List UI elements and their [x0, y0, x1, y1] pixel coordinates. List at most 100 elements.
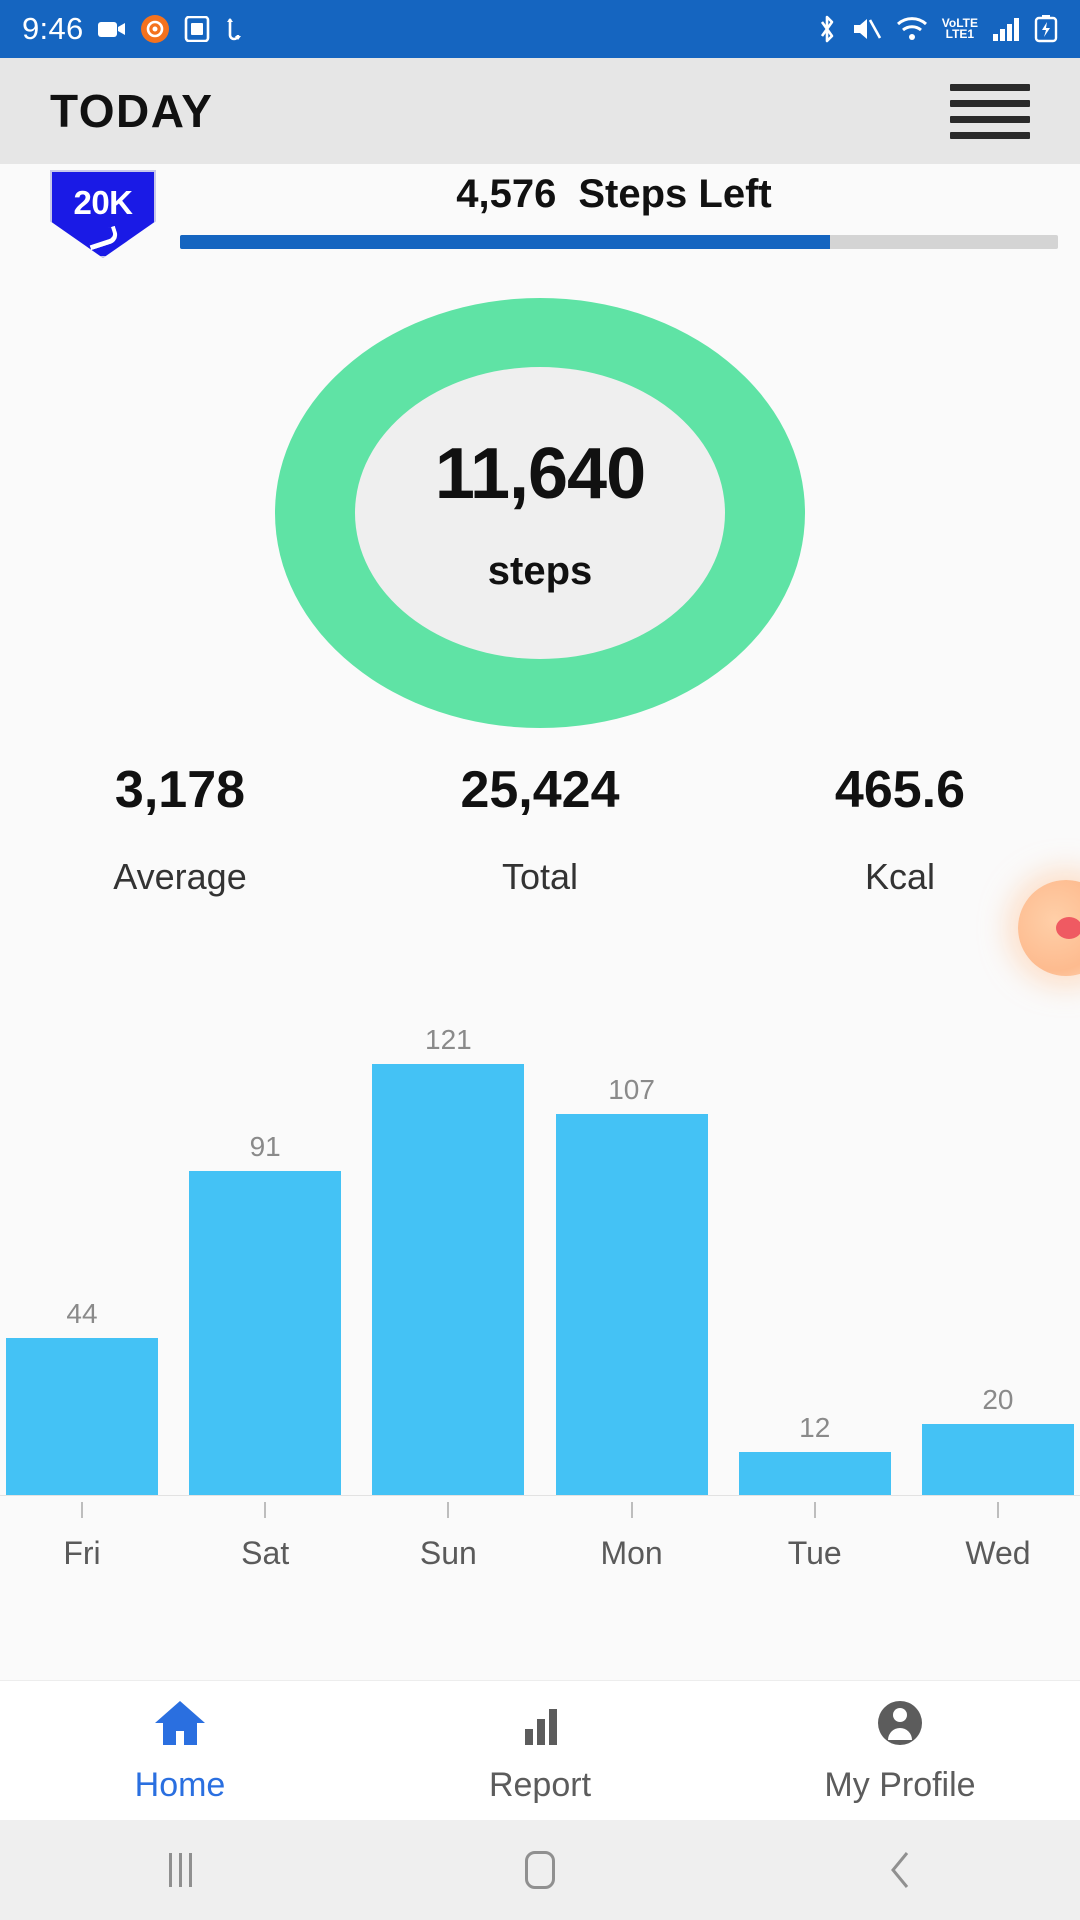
- bar-rect: [372, 1064, 525, 1495]
- bar-chart-ticks: [0, 1502, 1080, 1518]
- tick-mark: [630, 1502, 633, 1518]
- bar-value-label: 12: [799, 1412, 831, 1443]
- nav-label: My Profile: [824, 1765, 976, 1804]
- goal-progress-row: 20K 4,576 Steps Left: [0, 164, 1080, 282]
- bar-column[interactable]: 44: [6, 1298, 158, 1495]
- android-home-icon[interactable]: [360, 1851, 720, 1889]
- tick-column: [739, 1502, 891, 1518]
- tick-column: [922, 1502, 1074, 1518]
- stat-value: 3,178: [114, 761, 246, 819]
- x-axis-label: Tue: [787, 1535, 842, 1571]
- bar-column[interactable]: 121: [372, 1024, 525, 1495]
- bar-chart-bars: 44 91 121 107 12 20: [0, 925, 1080, 1495]
- steps-left-row: 4,576 Steps Left: [180, 172, 1058, 217]
- bar-chart-x-labels: Fri Sat Sun Mon Tue Wed: [0, 1535, 1080, 1572]
- steps-left-label: Steps Left: [578, 172, 772, 216]
- phone-screen: 9:46 VoLTE LTE1 TODAY 20K 4,576 Steps Le…: [0, 0, 1080, 1920]
- x-axis-label: Sun: [419, 1535, 477, 1571]
- x-axis-label: Sat: [241, 1535, 290, 1571]
- status-bar-clock: 9:46: [22, 11, 84, 46]
- bar-value-label: 20: [982, 1384, 1014, 1415]
- android-navigation-bar: [0, 1820, 1080, 1920]
- steps-ring-section: 11,640 steps: [0, 288, 1080, 738]
- bar-rect: [738, 1452, 891, 1495]
- bar-value-label: 44: [66, 1298, 98, 1329]
- status-bar-right: VoLTE LTE1: [816, 14, 1058, 44]
- bar-column[interactable]: 20: [921, 1384, 1074, 1495]
- badge-label: 20K: [73, 184, 133, 221]
- nav-item-report[interactable]: Report: [360, 1697, 720, 1805]
- nav-item-my-profile[interactable]: My Profile: [720, 1697, 1080, 1805]
- tick-mark: [264, 1502, 267, 1518]
- bar-rect: [921, 1424, 1074, 1495]
- x-axis-label: Fri: [63, 1535, 101, 1571]
- x-axis-label: Wed: [965, 1535, 1031, 1571]
- stat-kcal: 465.6 Kcal: [720, 760, 1080, 920]
- x-axis-label: Mon: [600, 1535, 663, 1571]
- bar-column[interactable]: 107: [555, 1074, 708, 1495]
- bar-rect: [6, 1338, 158, 1495]
- bar-column[interactable]: 12: [738, 1412, 891, 1495]
- app-bar: TODAY: [0, 58, 1080, 164]
- stat-value: 25,424: [460, 761, 620, 819]
- nav-label: Report: [488, 1765, 592, 1804]
- tick-mark: [81, 1502, 83, 1518]
- stat-label: Kcal: [864, 856, 936, 897]
- hamburger-line: [950, 83, 1030, 91]
- steps-count-unit: steps: [487, 548, 593, 593]
- bar-chart-icon: [511, 1697, 569, 1754]
- status-bar-left: 9:46: [22, 11, 246, 47]
- steps-left-value: 4,576: [456, 172, 557, 216]
- home-icon: [151, 1697, 209, 1754]
- bar-rect: [189, 1171, 342, 1495]
- goal-badge[interactable]: 20K: [44, 170, 162, 280]
- summary-stats-row: 3,178 Average 25,424 Total 465.6 Kcal: [0, 760, 1080, 920]
- hamburger-menu-icon[interactable]: [950, 83, 1030, 139]
- screen-cast-icon: [183, 16, 211, 42]
- record-circle-icon: [140, 14, 170, 44]
- stat-average: 3,178 Average: [0, 760, 360, 920]
- nav-label: Home: [134, 1765, 226, 1804]
- hamburger-line: [950, 115, 1030, 123]
- chart-axis-line: [0, 1495, 1080, 1496]
- bubble-dot-icon: [1056, 917, 1080, 939]
- tick-mark: [996, 1502, 999, 1518]
- bar-column[interactable]: 91: [189, 1131, 342, 1495]
- tick-column: [372, 1502, 524, 1518]
- stat-label: Total: [501, 856, 579, 897]
- tick-column: [189, 1502, 341, 1518]
- bar-value-label: 91: [249, 1131, 281, 1162]
- steps-ring-chart: 11,640 steps: [275, 298, 805, 728]
- video-camera-icon: [97, 18, 127, 40]
- volte-icon: VoLTE LTE1: [941, 15, 978, 41]
- person-icon: [871, 1697, 929, 1754]
- steps-count-value: 11,640: [434, 433, 646, 514]
- volume-mute-icon: [852, 16, 882, 42]
- tick-column: [6, 1502, 158, 1518]
- stat-value: 465.6: [834, 761, 966, 819]
- nav-item-home[interactable]: Home: [0, 1697, 360, 1805]
- recent-apps-icon[interactable]: [0, 1853, 360, 1887]
- tick-column: [556, 1502, 708, 1518]
- hamburger-line: [950, 99, 1030, 107]
- bluetooth-icon: [816, 14, 838, 44]
- stat-label: Average: [113, 856, 247, 897]
- stat-total: 25,424 Total: [360, 760, 720, 920]
- bottom-navigation-bar: Home Report My Profile: [0, 1680, 1080, 1820]
- goal-progress-container: 4,576 Steps Left: [180, 164, 1058, 249]
- status-bar: 9:46 VoLTE LTE1: [0, 0, 1080, 58]
- steps-progress-fill: [180, 235, 830, 249]
- android-back-icon[interactable]: [720, 1850, 1080, 1890]
- hamburger-line: [950, 131, 1030, 139]
- steps-ring-inner: 11,640 steps: [355, 367, 725, 659]
- steps-progress-bar: [180, 235, 1058, 249]
- wifi-icon: [896, 16, 928, 42]
- tick-mark: [447, 1502, 450, 1518]
- tick-mark: [813, 1502, 816, 1518]
- bar-rect: [555, 1114, 708, 1495]
- bar-value-label: 107: [608, 1074, 655, 1105]
- bar-value-label: 121: [425, 1024, 472, 1055]
- signal-bars-icon: [992, 16, 1020, 42]
- weekly-steps-bar-chart: 44 91 121 107 12 20 Fri Sat Sun Mon Tue Wed: [0, 925, 1080, 1590]
- sync-arrows-icon: [224, 16, 246, 42]
